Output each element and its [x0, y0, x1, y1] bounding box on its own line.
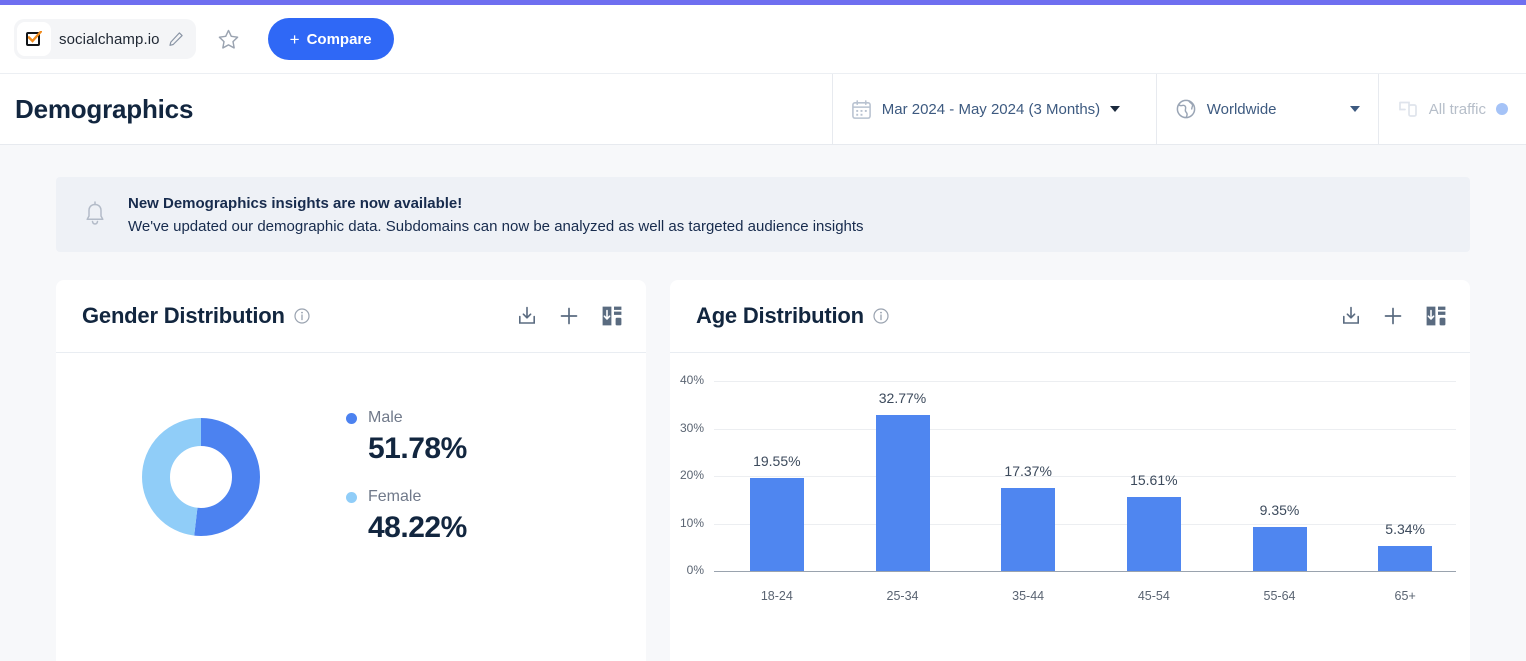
bar[interactable] — [1126, 496, 1181, 571]
compare-button[interactable]: + Compare — [267, 18, 394, 60]
globe-icon — [1176, 99, 1196, 119]
bar[interactable] — [1378, 545, 1433, 571]
banner-title: New Demographics insights are now availa… — [128, 194, 463, 212]
x-axis-tick-label: 18-24 — [760, 589, 793, 603]
banner-subtitle: We've updated our demographic data. Subd… — [128, 217, 864, 235]
x-axis-tick-label: 45-54 — [1137, 589, 1170, 603]
domain-bar: socialchamp.io + Compare — [0, 5, 1526, 73]
chevron-down-icon — [1349, 106, 1360, 112]
bar[interactable] — [1001, 488, 1056, 571]
bar[interactable] — [1252, 526, 1307, 571]
legend-dot-male — [346, 412, 357, 424]
bar[interactable] — [749, 478, 804, 571]
x-axis-tick-label: 55-64 — [1263, 589, 1296, 603]
sort-export-icon[interactable] — [1424, 304, 1448, 328]
site-favicon-icon — [17, 22, 51, 56]
gender-card-header: Gender Distribution — [56, 280, 646, 353]
sort-export-icon[interactable] — [600, 304, 624, 328]
axis-line — [714, 571, 1456, 572]
info-icon[interactable] — [873, 308, 889, 324]
y-axis-tick-label: 0% — [686, 563, 704, 577]
favorite-star-button[interactable] — [212, 22, 246, 56]
banner-text: New Demographics insights are now availa… — [128, 192, 864, 238]
age-distribution-card: Age Distribution 0% 10% 20% 30% 40% 19.5… — [670, 280, 1470, 661]
sort-export-glyph-icon — [602, 306, 622, 326]
age-card-header: Age Distribution — [670, 280, 1470, 353]
cards-row: Gender Distribution Male 51.78% Female 4… — [56, 280, 1470, 661]
plus-icon — [560, 307, 578, 325]
gridline — [714, 476, 1456, 477]
traffic-filter[interactable]: All traffic — [1377, 74, 1526, 144]
legend-label-female: Female — [368, 488, 422, 505]
legend-item-male: Male 51.78% — [346, 409, 467, 466]
plus-icon — [1384, 307, 1402, 325]
donut-svg — [142, 418, 260, 536]
y-axis-tick-label: 30% — [679, 420, 704, 435]
bar-value-label: 9.35% — [1259, 501, 1300, 518]
date-range-value: Mar 2024 - May 2024 (3 Months) — [881, 100, 1101, 118]
legend-value-female: 48.22% — [368, 511, 467, 544]
x-axis-tick-label: 25-34 — [886, 589, 919, 603]
y-axis-tick-label: 40% — [679, 373, 704, 387]
date-range-filter[interactable]: Mar 2024 - May 2024 (3 Months) — [831, 74, 1156, 144]
traffic-status-dot — [1496, 103, 1508, 115]
bar-value-label: 32.77% — [878, 390, 927, 407]
gender-distribution-card: Gender Distribution Male 51.78% Female 4… — [56, 280, 646, 661]
star-icon — [218, 29, 239, 49]
insights-banner: New Demographics insights are now availa… — [56, 177, 1470, 252]
calendar-icon — [851, 99, 871, 119]
edit-pencil-icon[interactable] — [168, 31, 184, 47]
domain-name: socialchamp.io — [59, 30, 160, 48]
x-axis-tick-label: 35-44 — [1012, 589, 1045, 603]
bar[interactable] — [875, 415, 930, 571]
gender-donut-chart — [56, 413, 346, 541]
domain-chip[interactable]: socialchamp.io — [14, 19, 196, 59]
page-title: Demographics — [15, 93, 194, 124]
y-axis-tick-label: 10% — [679, 515, 704, 530]
bar-value-label: 17.37% — [1004, 463, 1052, 480]
bar-value-label: 19.55% — [753, 453, 801, 470]
legend-label-male: Male — [368, 409, 403, 426]
compare-button-label: Compare — [306, 30, 372, 48]
add-icon[interactable] — [1382, 305, 1404, 327]
country-value: Worldwide — [1206, 100, 1277, 118]
export-icon[interactable] — [516, 305, 538, 327]
age-chart-body: 0% 10% 20% 30% 40% 19.55% 18-24 32.77% 25-34 17.3… — [670, 353, 1470, 661]
age-bar-chart: 0% 10% 20% 30% 40% 19.55% 18-24 32.77% 25-34 17.3… — [670, 353, 1470, 661]
checkmark-icon — [28, 31, 42, 43]
legend-value-male: 51.78% — [368, 432, 467, 465]
export-icon[interactable] — [1340, 305, 1362, 327]
x-axis-tick-label: 65+ — [1394, 589, 1416, 603]
legend-dot-female — [346, 491, 357, 503]
main-content: New Demographics insights are now availa… — [0, 177, 1526, 661]
gender-card-title: Gender Distribution — [82, 303, 285, 328]
gridline — [714, 428, 1456, 430]
add-icon[interactable] — [558, 305, 580, 327]
age-card-actions — [1340, 304, 1448, 328]
gender-chart-body: Male 51.78% Female 48.22% — [56, 353, 646, 545]
devices-icon — [1398, 101, 1417, 117]
export-tray-icon — [1343, 306, 1359, 324]
legend-item-female: Female 48.22% — [346, 488, 467, 545]
bar-value-label: 5.34% — [1385, 520, 1425, 537]
gender-card-actions — [516, 304, 624, 328]
sort-export-glyph-icon — [1426, 306, 1446, 326]
gridline — [714, 381, 1456, 382]
gender-legend: Male 51.78% Female 48.22% — [346, 409, 467, 545]
compare-plus-icon: + — [289, 29, 300, 49]
info-icon[interactable] — [294, 308, 310, 324]
gridline — [714, 523, 1456, 525]
y-axis-tick-label: 20% — [679, 468, 704, 482]
page-header: Demographics Mar 2024 - May 2024 (3 Mont… — [0, 73, 1526, 145]
bell-icon — [86, 200, 104, 225]
traffic-value: All traffic — [1428, 100, 1486, 118]
age-card-title: Age Distribution — [696, 303, 864, 328]
country-filter[interactable]: Worldwide — [1155, 74, 1378, 144]
bar-value-label: 15.61% — [1130, 471, 1178, 488]
export-tray-icon — [519, 306, 535, 324]
chevron-down-icon — [1110, 106, 1121, 112]
